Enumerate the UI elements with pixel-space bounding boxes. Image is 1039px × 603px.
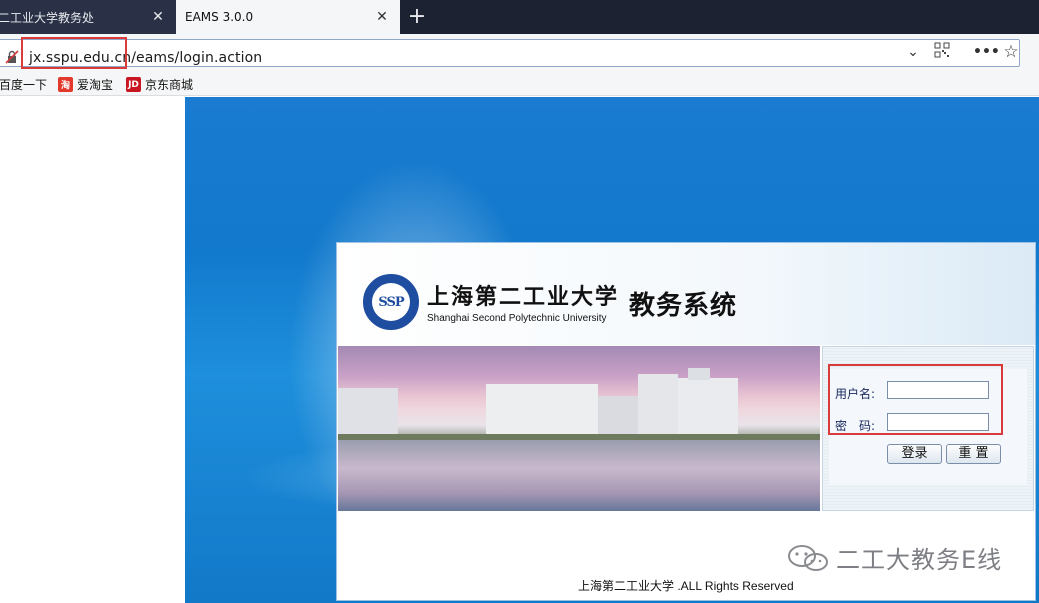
bookmark-label: 京东商城 [145, 78, 194, 92]
university-name-cn: 上海第二工业大学 [427, 284, 620, 310]
watermark: 二工大教务E线 [786, 540, 1002, 575]
close-tab-icon[interactable]: ✕ [150, 9, 166, 25]
wechat-icon [788, 544, 828, 571]
insecure-lock-icon [5, 50, 19, 64]
login-button[interactable]: 登录 [887, 444, 942, 464]
bookmark-label: 百度一下 [0, 78, 48, 92]
university-logo: SSP [363, 274, 419, 330]
tab-label: 二工业大学教务处 [0, 10, 95, 25]
chevron-down-icon[interactable]: ⌄ [903, 42, 923, 62]
logo-text: SSP [372, 283, 410, 321]
form-highlight-box [828, 364, 1003, 435]
taobao-icon: 淘 [58, 77, 73, 92]
tab-eams[interactable]: EAMS 3.0.0 ✕ [176, 0, 400, 34]
bookmark-taobao[interactable]: 淘 爱淘宝 [58, 76, 113, 93]
qr-code-icon[interactable] [932, 42, 952, 62]
tab-label: EAMS 3.0.0 [185, 10, 254, 24]
new-tab-plus-icon[interactable]: + [404, 4, 430, 30]
system-title: 教务系统 [629, 291, 738, 321]
navigation-bar: jx.sspu.edu.cn/eams/login.action ⌄ ••• ☆ [0, 34, 1039, 72]
address-bar[interactable]: jx.sspu.edu.cn/eams/login.action [0, 39, 1020, 67]
bookmark-label: 爱淘宝 [77, 78, 114, 92]
university-name-en: Shanghai Second Polytechnic University [427, 313, 607, 324]
reset-button[interactable]: 重 置 [946, 444, 1001, 464]
bookmark-star-icon[interactable]: ☆ [1001, 42, 1021, 62]
jd-icon: JD [126, 77, 141, 92]
campus-photo [338, 346, 820, 511]
more-options-icon[interactable]: ••• [973, 42, 1000, 62]
copyright-footer: 上海第二工业大学 .ALL Rights Reserved [578, 579, 794, 593]
bookmark-baidu[interactable]: 百度一下 [0, 76, 47, 93]
tab-jiaowuchu[interactable]: 二工业大学教务处 ✕ [0, 0, 176, 34]
close-tab-icon[interactable]: ✕ [374, 9, 390, 25]
panel-header: SSP 上海第二工业大学 Shanghai Second Polytechnic… [337, 243, 1035, 345]
url-highlight-box [21, 37, 127, 69]
bookmarks-bar: 百度一下 淘 爱淘宝 JD 京东商城 [0, 72, 1039, 96]
bookmark-jd[interactable]: JD 京东商城 [126, 76, 193, 93]
browser-tab-bar: 二工业大学教务处 ✕ EAMS 3.0.0 ✕ + [0, 0, 1039, 34]
watermark-text: 二工大教务E线 [836, 546, 1003, 574]
